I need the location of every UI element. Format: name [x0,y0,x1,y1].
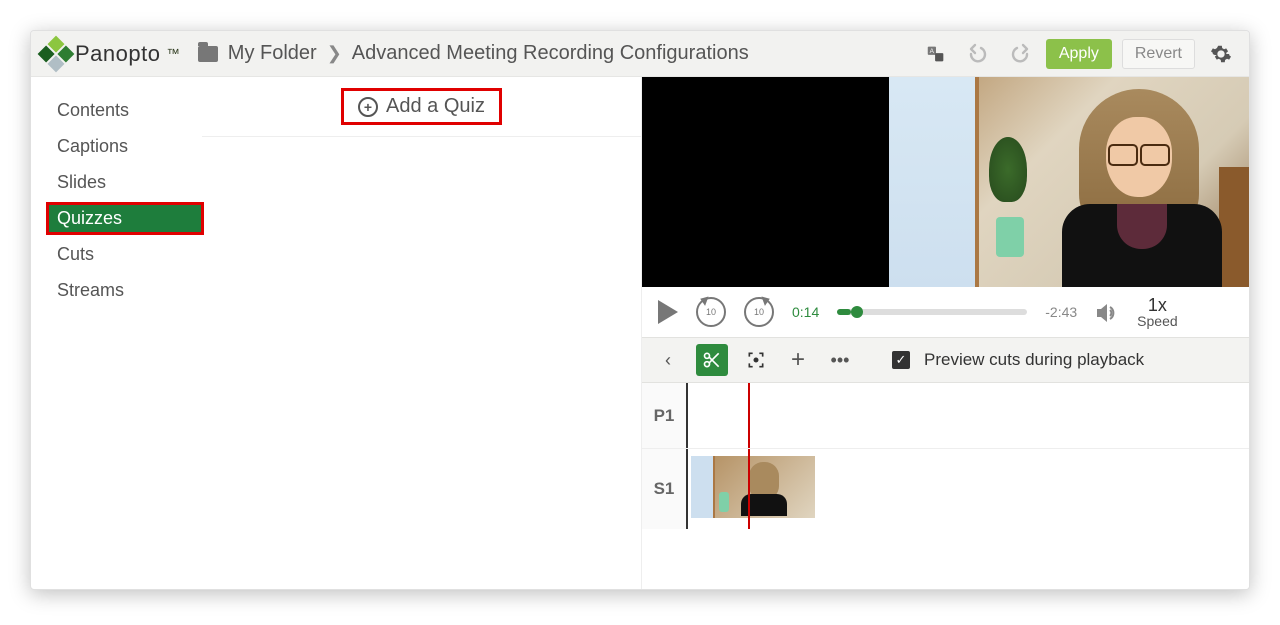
speed-control[interactable]: 1x Speed [1137,296,1177,328]
header-bar: Panopto™ My Folder ❯ Advanced Meeting Re… [31,31,1249,77]
sidebar-item-captions[interactable]: Captions [49,133,201,160]
center-toolbar: + Add a Quiz [202,77,641,137]
sidebar-item-slides[interactable]: Slides [49,169,201,196]
timeline: P1 S1 [642,383,1249,589]
redo-icon[interactable] [1004,38,1036,70]
speed-label: Speed [1137,314,1177,328]
editor-body: Contents Captions Slides Quizzes Cuts St… [31,77,1249,589]
forward-10-icon[interactable]: 10 [744,297,774,327]
svg-text:A: A [929,48,934,55]
preview-cuts-checkbox[interactable]: ✓ [892,351,910,369]
sidebar-item-streams[interactable]: Streams [49,277,201,304]
add-icon[interactable]: + [784,346,812,374]
page-title[interactable]: Advanced Meeting Recording Configuration… [352,42,749,65]
center-panel: + Add a Quiz [201,77,641,589]
breadcrumb-folder[interactable]: My Folder [228,42,317,65]
track-label: S1 [642,449,688,529]
video-frame [889,77,1249,287]
undo-icon[interactable] [962,38,994,70]
chevron-right-icon: ❯ [327,43,342,64]
right-panel: 10 10 0:14 -2:43 1x Speed ‹ [641,77,1249,589]
more-icon[interactable]: ••• [826,346,854,374]
gear-icon[interactable] [1205,38,1237,70]
apply-button[interactable]: Apply [1046,39,1112,69]
header-actions: A Apply Revert [920,38,1237,70]
add-quiz-button[interactable]: + Add a Quiz [341,88,502,125]
sidebar-item-contents[interactable]: Contents [49,97,201,124]
chevron-left-icon[interactable]: ‹ [654,346,682,374]
time-remaining: -2:43 [1045,304,1077,320]
editor-window: Panopto™ My Folder ❯ Advanced Meeting Re… [30,30,1250,590]
plus-circle-icon: + [358,97,378,117]
time-elapsed: 0:14 [792,304,819,320]
playhead-icon[interactable] [748,383,750,448]
revert-button[interactable]: Revert [1122,39,1195,69]
speed-value: 1x [1137,296,1177,314]
video-preview[interactable] [642,77,1249,287]
focus-tool-icon[interactable] [742,346,770,374]
sidebar-item-quizzes[interactable]: Quizzes [49,205,201,232]
sidebar: Contents Captions Slides Quizzes Cuts St… [31,77,201,589]
track-label: P1 [642,383,688,448]
preview-cuts-label: Preview cuts during playback [924,350,1144,370]
timeline-track-p1[interactable]: P1 [642,383,1249,449]
brand-name: Panopto [75,41,160,67]
playhead-icon[interactable] [748,449,750,529]
folder-icon [198,46,218,62]
clip-thumbnail[interactable] [690,455,816,519]
add-quiz-label: Add a Quiz [386,95,485,118]
translate-icon[interactable]: A [920,38,952,70]
logo-cube-icon [38,35,75,72]
brand-logo[interactable]: Panopto™ [43,41,180,67]
timeline-track-s1[interactable]: S1 [642,449,1249,529]
sidebar-item-cuts[interactable]: Cuts [49,241,201,268]
volume-icon[interactable] [1095,302,1119,322]
breadcrumb: My Folder ❯ Advanced Meeting Recording C… [198,42,749,65]
play-icon[interactable] [658,300,678,324]
cut-tool-icon[interactable] [696,344,728,376]
rewind-10-icon[interactable]: 10 [696,297,726,327]
timeline-toolbar: ‹ + ••• ✓ Preview cuts during playback [642,337,1249,383]
progress-bar[interactable] [837,309,1027,315]
player-controls: 10 10 0:14 -2:43 1x Speed [642,287,1249,337]
